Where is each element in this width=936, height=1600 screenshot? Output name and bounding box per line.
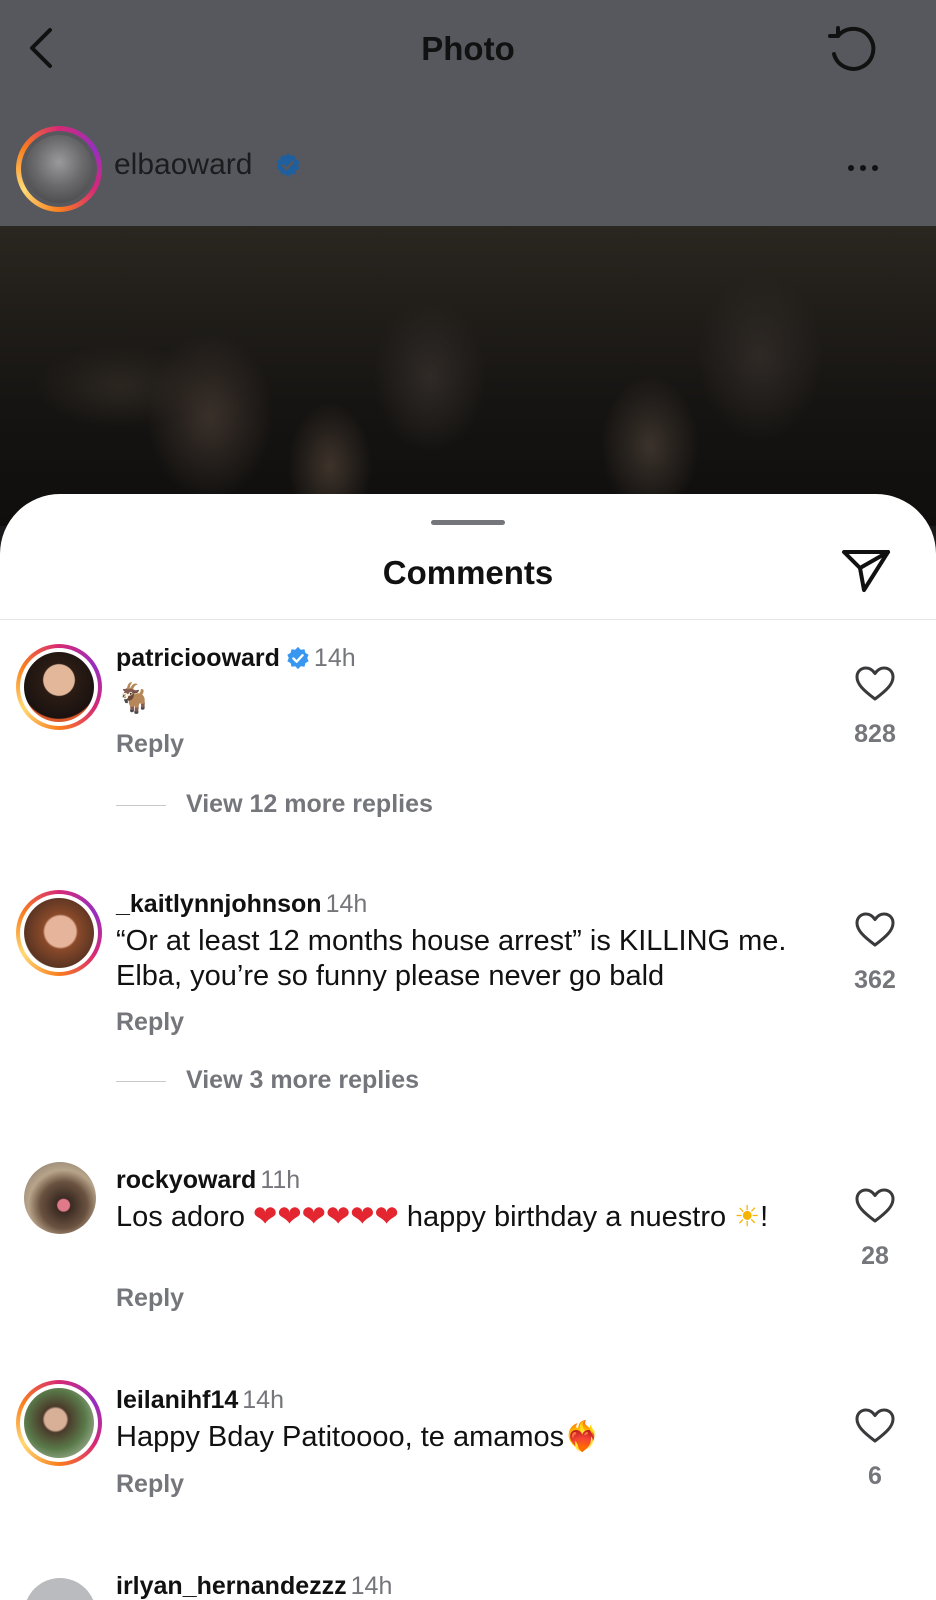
comment-text: Happy Bday Patitoooo, te amamos❤‍🔥 [116,1420,796,1455]
replies-line [116,805,166,806]
view-replies-label[interactable]: View 12 more replies [186,790,433,819]
author-username[interactable]: elbaoward [114,148,252,182]
avatar[interactable] [16,1380,102,1466]
comment-header: leilanihf14 14h [116,1386,284,1415]
red-hearts-emoji: ❤❤❤❤❤❤ [253,1201,399,1233]
post-photo[interactable] [0,226,936,526]
comment-username[interactable]: leilanihf14 [116,1386,238,1414]
author-avatar[interactable] [16,126,102,212]
like-count: 28 [861,1242,889,1270]
comment-time: 14h [242,1386,284,1414]
comment-time: 11h [260,1166,301,1194]
more-dots-icon[interactable] [848,158,888,178]
comment-text: Los adoro ❤❤❤❤❤❤ happy birthday a nuestr… [116,1200,796,1235]
like-button[interactable] [850,666,900,702]
like-button[interactable] [850,1408,900,1444]
heart-on-fire-emoji: ❤‍🔥 [564,1421,601,1453]
heart-icon [855,912,895,947]
reply-button[interactable]: Reply [116,1008,184,1037]
comment-time: 14h [313,644,356,672]
comment-header: rockyoward 11h [116,1166,300,1195]
like-count: 6 [868,1462,882,1490]
avatar[interactable] [16,644,102,730]
comment-header: _kaitlynnjohnson 14h [116,890,367,919]
sheet-grabber-handle[interactable] [431,520,505,525]
verified-badge-icon [287,646,309,670]
reply-button[interactable]: Reply [116,1284,184,1313]
like-count: 362 [854,966,896,994]
heart-icon [855,1408,895,1443]
comment-username[interactable]: _kaitlynnjohnson [116,890,322,918]
comment-text-part: ! [760,1201,769,1233]
like-button[interactable] [850,1188,900,1224]
comment-username[interactable]: irlyan_hernandezzz [116,1572,347,1600]
refresh-icon[interactable] [826,24,880,78]
replies-line [116,1081,166,1082]
comment-time: 14h [325,890,368,918]
comments-title: Comments [382,554,554,591]
reply-button[interactable]: Reply [116,730,184,759]
comment-time: 14h [350,1572,393,1600]
like-count: 828 [854,720,896,748]
comment-header: patriciooward 14h [116,644,356,673]
sun-emoji: ☀ [734,1201,761,1233]
heart-icon [855,1188,895,1223]
reply-button[interactable]: Reply [116,1470,184,1499]
verified-badge-icon [276,153,300,177]
avatar[interactable] [24,1578,96,1600]
comment-text: 🐐 [116,683,153,715]
comment-text-part: Los adoro [116,1201,254,1233]
comments-sheet: Comments patriciooward 14h 🐐 Reply 828 Vi… [0,494,936,1600]
post-author-bar: elbaoward [0,98,936,226]
comment-username[interactable]: patriciooward [116,644,280,672]
view-replies-label[interactable]: View 3 more replies [186,1066,419,1095]
top-navigation-bar: Photo [0,0,936,99]
page-title: Photo [421,30,515,67]
comment-text: “Or at least 12 months house arrest” is … [116,925,787,992]
avatar[interactable] [16,890,102,976]
comment-username[interactable]: rockyoward [116,1166,256,1194]
comment-header: irlyan_hernandezzz 14h [116,1572,392,1600]
comment-text-part: happy birthday a nuestro [398,1201,735,1233]
heart-icon [855,666,895,701]
like-button[interactable] [850,912,900,948]
divider [0,619,936,620]
avatar[interactable] [24,1162,96,1234]
comment-text-part: Happy Bday Patitoooo, te amamos [116,1421,565,1453]
send-icon[interactable] [840,546,892,594]
